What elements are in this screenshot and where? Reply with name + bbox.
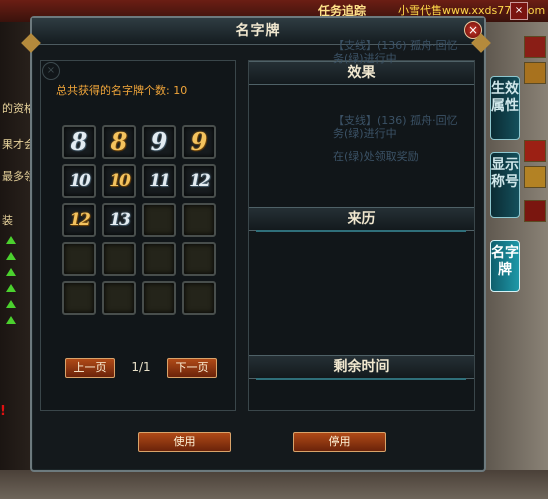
empty-plate-slot[interactable] bbox=[142, 203, 176, 237]
tab-display-title[interactable]: 显示称号 bbox=[490, 152, 520, 218]
left-red-mark: ! bbox=[0, 404, 6, 419]
empty-plate-slot[interactable] bbox=[182, 242, 216, 276]
quest-close-icon[interactable]: × bbox=[510, 2, 528, 20]
green-up-arrow-icon bbox=[6, 300, 16, 308]
tab-name-plate[interactable]: 名字牌 bbox=[490, 240, 520, 292]
name-plate-slot[interactable]: 9 bbox=[142, 125, 176, 159]
name-plate-glyph: 8 bbox=[110, 127, 128, 156]
empty-plate-slot[interactable] bbox=[102, 281, 136, 315]
name-plate-glyph: 12 bbox=[189, 171, 211, 191]
empty-plate-slot[interactable] bbox=[62, 242, 96, 276]
green-up-arrow-icon bbox=[6, 268, 16, 276]
disable-button[interactable]: 停用 bbox=[293, 432, 386, 452]
side-skill-icon[interactable] bbox=[524, 36, 546, 58]
next-page-button[interactable]: 下一页 bbox=[167, 358, 217, 378]
plate-count-label: 总共获得的名字牌个数: 10 bbox=[56, 84, 188, 97]
name-plate-glyph: 9 bbox=[190, 127, 208, 156]
name-plate-glyph: 9 bbox=[150, 127, 168, 156]
name-plate-slot[interactable]: 12 bbox=[182, 164, 216, 198]
green-up-arrow-icon bbox=[6, 316, 16, 324]
remaining-time-section-header: 剩余时间 bbox=[249, 355, 474, 379]
divider bbox=[256, 230, 466, 232]
source-header-text: 来历 bbox=[347, 211, 376, 227]
empty-plate-slot[interactable] bbox=[142, 242, 176, 276]
left-upgrade-arrows bbox=[6, 236, 16, 332]
name-plate-glyph: 10 bbox=[109, 171, 131, 191]
background-quest-text: 务(绿)进行中 bbox=[333, 127, 397, 140]
name-plate-slot[interactable]: 9 bbox=[182, 125, 216, 159]
empty-plate-slot[interactable] bbox=[142, 281, 176, 315]
green-up-arrow-icon bbox=[6, 252, 16, 260]
tab-active-attributes[interactable]: 生效属性 bbox=[490, 76, 520, 140]
divider bbox=[256, 378, 466, 380]
name-plate-slot[interactable]: 13 bbox=[102, 203, 136, 237]
empty-plate-slot[interactable] bbox=[62, 281, 96, 315]
side-skill-icon[interactable] bbox=[524, 62, 546, 84]
name-plate-glyph: 12 bbox=[69, 210, 91, 230]
name-plate-slot[interactable]: 10 bbox=[62, 164, 96, 198]
name-plate-slot[interactable]: 8 bbox=[102, 125, 136, 159]
source-section-header: 来历 bbox=[249, 207, 474, 231]
green-up-arrow-icon bbox=[6, 236, 16, 244]
background-quest-text: 在(绿)处领取奖励 bbox=[333, 150, 419, 163]
name-plate-slot[interactable]: 10 bbox=[102, 164, 136, 198]
name-plate-slot[interactable]: 8 bbox=[62, 125, 96, 159]
name-plate-slot[interactable]: 12 bbox=[62, 203, 96, 237]
pane-close-icon[interactable]: × bbox=[42, 62, 60, 80]
name-plate-glyph: 8 bbox=[70, 127, 88, 156]
name-plate-glyph: 11 bbox=[149, 171, 171, 191]
empty-plate-slot[interactable] bbox=[182, 203, 216, 237]
remaining-time-header-text: 剩余时间 bbox=[333, 359, 390, 375]
name-plate-slot[interactable]: 11 bbox=[142, 164, 176, 198]
side-skill-icon[interactable] bbox=[524, 166, 546, 188]
game-bottom-area bbox=[0, 470, 548, 499]
use-button[interactable]: 使用 bbox=[138, 432, 231, 452]
side-skill-icon[interactable] bbox=[524, 140, 546, 162]
name-plate-glyph: 10 bbox=[69, 171, 91, 191]
empty-plate-slot[interactable] bbox=[102, 242, 136, 276]
side-skill-icon[interactable] bbox=[524, 200, 546, 222]
page-indicator: 1/1 bbox=[131, 360, 151, 374]
left-text: 装 bbox=[2, 214, 13, 227]
green-up-arrow-icon bbox=[6, 284, 16, 292]
background-quest-text: 务(绿)进行中 bbox=[333, 52, 397, 65]
empty-plate-slot[interactable] bbox=[182, 281, 216, 315]
prev-page-button[interactable]: 上一页 bbox=[65, 358, 115, 378]
name-plate-glyph: 13 bbox=[109, 210, 131, 230]
